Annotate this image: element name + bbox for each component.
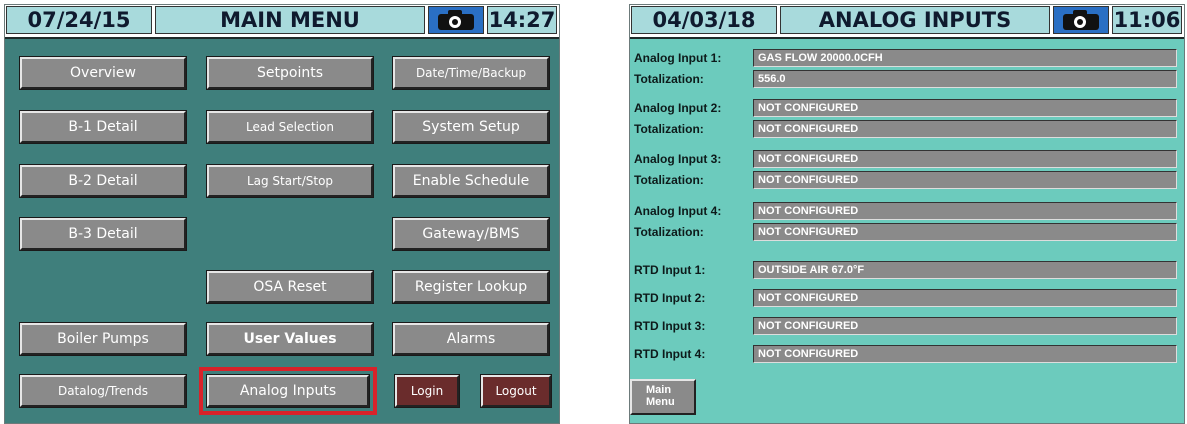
totalization-4-label: Totalization:: [634, 225, 704, 239]
analog-input-2-value: NOT CONFIGURED: [753, 99, 1177, 117]
lead-selection-button[interactable]: Lead Selection: [207, 111, 373, 143]
osa-reset-button[interactable]: OSA Reset: [207, 271, 373, 303]
totalization-2-label: Totalization:: [634, 122, 704, 136]
analog-inputs-screen: 04/03/18 ANALOG INPUTS 11:06 Analog Inpu…: [629, 4, 1185, 424]
page-title: ANALOG INPUTS: [780, 6, 1050, 34]
lag-start-stop-button[interactable]: Lag Start/Stop: [207, 165, 373, 197]
analog-input-2-label: Analog Input 2:: [634, 101, 722, 115]
page-title: MAIN MENU: [155, 6, 425, 34]
alarms-button[interactable]: Alarms: [393, 323, 549, 355]
rtd-input-4-value: NOT CONFIGURED: [753, 345, 1177, 363]
rtd-input-4-label: RTD Input 4:: [634, 347, 706, 361]
rtd-input-3-value: NOT CONFIGURED: [753, 317, 1177, 335]
analog-input-4-value: NOT CONFIGURED: [753, 202, 1177, 220]
rtd-input-3-label: RTD Input 3:: [634, 319, 706, 333]
totalization-1-value: 556.0: [753, 70, 1177, 88]
main-menu-header: 07/24/15 MAIN MENU 14:27: [5, 5, 559, 39]
gateway-bms-button[interactable]: Gateway/BMS: [393, 218, 549, 250]
analog-input-4-label: Analog Input 4:: [634, 204, 722, 218]
rtd-input-2-label: RTD Input 2:: [634, 291, 706, 305]
totalization-3-label: Totalization:: [634, 173, 704, 187]
main-menu-button[interactable]: Main Menu: [630, 379, 696, 415]
header-time: 11:06: [1112, 6, 1182, 34]
header-date: 07/24/15: [6, 6, 152, 34]
setpoints-button[interactable]: Setpoints: [207, 57, 373, 89]
logout-button[interactable]: Logout: [481, 375, 551, 407]
register-lookup-button[interactable]: Register Lookup: [393, 271, 549, 303]
b3-detail-button[interactable]: B-3 Detail: [20, 218, 186, 250]
analog-inputs-header: 04/03/18 ANALOG INPUTS 11:06: [630, 5, 1184, 39]
totalization-2-value: NOT CONFIGURED: [753, 120, 1177, 138]
main-menu-button-line2: Menu: [646, 396, 675, 408]
date-time-backup-button[interactable]: Date/Time/Backup: [393, 57, 549, 89]
b1-detail-button[interactable]: B-1 Detail: [20, 111, 186, 143]
rtd-input-1-label: RTD Input 1:: [634, 263, 706, 277]
rtd-input-1-value: OUTSIDE AIR 67.0°F: [753, 261, 1177, 279]
analog-input-1-value: GAS FLOW 20000.0CFH: [753, 49, 1177, 67]
camera-icon: [436, 9, 476, 31]
system-setup-button[interactable]: System Setup: [393, 111, 549, 143]
boiler-pumps-button[interactable]: Boiler Pumps: [20, 323, 186, 355]
rtd-input-2-value: NOT CONFIGURED: [753, 289, 1177, 307]
totalization-1-label: Totalization:: [634, 72, 704, 86]
overview-button[interactable]: Overview: [20, 57, 186, 89]
datalog-trends-button[interactable]: Datalog/Trends: [20, 375, 186, 407]
header-date: 04/03/18: [631, 6, 777, 34]
main-menu-screen: 07/24/15 MAIN MENU 14:27 Overview Setpoi…: [4, 4, 560, 424]
totalization-3-value: NOT CONFIGURED: [753, 171, 1177, 189]
main-menu-button-line1: Main: [646, 384, 672, 396]
enable-schedule-button[interactable]: Enable Schedule: [393, 165, 549, 197]
b2-detail-button[interactable]: B-2 Detail: [20, 165, 186, 197]
camera-icon: [1061, 9, 1101, 31]
analog-input-3-label: Analog Input 3:: [634, 152, 722, 166]
analog-inputs-button[interactable]: Analog Inputs: [207, 375, 369, 407]
analog-input-1-label: Analog Input 1:: [634, 51, 722, 65]
login-button[interactable]: Login: [395, 375, 459, 407]
screenshot-button[interactable]: [1053, 6, 1109, 34]
header-time: 14:27: [487, 6, 557, 34]
screenshot-button[interactable]: [428, 6, 484, 34]
user-values-button[interactable]: User Values: [207, 323, 373, 355]
analog-input-3-value: NOT CONFIGURED: [753, 150, 1177, 168]
totalization-4-value: NOT CONFIGURED: [753, 223, 1177, 241]
